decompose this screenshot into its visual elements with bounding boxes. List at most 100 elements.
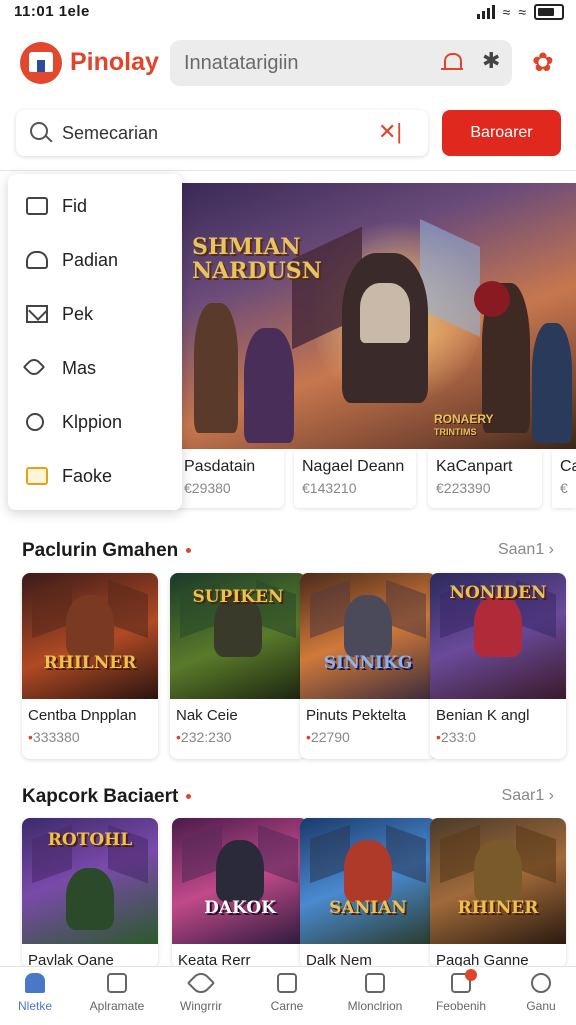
game-icon — [277, 973, 297, 993]
banner-corner-logo-line2: TRINTIMS — [434, 427, 477, 437]
art-hero — [66, 868, 114, 930]
section-title-text: Kapcork Baciaert — [22, 786, 179, 807]
game-art-title: SINNIKG — [323, 653, 413, 673]
nav-label: Nletke — [17, 999, 52, 1013]
rocket-icon — [186, 968, 216, 998]
clear-icon[interactable]: ✕| — [378, 119, 402, 145]
nav-item-profile[interactable]: Ganu — [500, 973, 576, 1013]
cloud-icon — [26, 251, 48, 269]
nav-label: Feobenih — [435, 999, 487, 1013]
art-wing — [108, 579, 148, 639]
tag-icon — [22, 355, 48, 379]
image-icon — [365, 973, 385, 993]
game-card[interactable]: SINNIKG Pinuts Pektelta 22790 — [300, 573, 436, 759]
art-wing — [258, 824, 298, 884]
nav-item-image[interactable]: Mlonclrion — [334, 973, 416, 1013]
game-art-title: RHINER — [457, 898, 539, 918]
menu-item-label: Faoke — [62, 465, 113, 486]
status-time: 11:01 1ele — [14, 3, 90, 20]
featured-banner[interactable]: SHMIAN NARDUSN RONAERY TRINTIMS — [182, 183, 576, 449]
battery-icon — [534, 4, 564, 20]
see-all-link[interactable]: Saan1 › — [498, 541, 554, 559]
game-name: Centba Dnpplan — [28, 707, 137, 724]
art-hero — [216, 840, 264, 902]
game-art: SINNIKG — [300, 573, 436, 699]
header-search-bar[interactable]: Innatatarigiin ✱ — [170, 40, 512, 86]
search-input[interactable]: Semecarian ✕| — [16, 110, 428, 156]
banner-title: SHMIAN NARDUSN — [192, 235, 322, 283]
apps-icon — [107, 973, 127, 993]
menu-item-padian[interactable]: Padian — [26, 240, 176, 280]
nav-item-apps[interactable]: Aplramate — [76, 973, 158, 1013]
banner-hero-armor — [360, 283, 410, 343]
status-icons: ≈ ≈ — [476, 4, 564, 20]
game-art: SANIAN — [300, 818, 436, 944]
game-art-title: NONIDEN — [449, 583, 547, 603]
game-art: RHINER — [430, 818, 566, 944]
banner-corner-logo-line1: RONAERY — [434, 412, 494, 426]
gear-icon[interactable]: ✿ — [532, 49, 554, 75]
nav-item-home[interactable]: Nletke — [0, 973, 76, 1013]
art-wing — [386, 824, 426, 884]
menu-item-faoke[interactable]: Faoke — [26, 456, 176, 496]
menu-item-label: Pek — [62, 303, 94, 324]
nav-label: Mlonclrion — [347, 999, 403, 1013]
game-art: SUPIKEN — [170, 573, 306, 699]
game-art-title: ROTOHL — [47, 830, 133, 850]
game-price: 233:0 — [436, 729, 476, 745]
game-card[interactable]: NONIDEN Benian K angl 233:0 — [430, 573, 566, 759]
nav-label: Ganu — [526, 999, 556, 1013]
banner-card-price: € — [560, 480, 568, 496]
game-card[interactable]: SUPIKEN Nak Ceie 232:230 — [170, 573, 306, 759]
nav-item-game[interactable]: Carne — [246, 973, 328, 1013]
section-title-recommended: Kapcork Baciaert — [22, 786, 192, 808]
bell-icon[interactable] — [441, 53, 463, 70]
game-price: 22790 — [306, 729, 350, 745]
nav-label: Wingrrir — [180, 999, 222, 1013]
game-art: NONIDEN — [430, 573, 566, 699]
search-button[interactable]: Baroarer — [442, 110, 561, 156]
game-art: RHILNER — [22, 573, 158, 699]
banner-warrior-edge — [532, 323, 572, 443]
game-art-title: SUPIKEN — [192, 587, 284, 607]
banner-card[interactable]: Ca € — [552, 450, 576, 508]
status-bar: 11:01 1ele ≈ ≈ — [0, 0, 576, 24]
game-art: DAKOK — [172, 818, 308, 944]
art-wing — [516, 824, 556, 884]
banner-card[interactable]: Pasdatain €29380 — [176, 450, 284, 508]
divider — [0, 170, 576, 171]
menu-item-label: Mas — [62, 357, 97, 378]
game-card[interactable]: DAKOK Keata Rerr — [172, 818, 308, 968]
menu-item-klppion[interactable]: Klppion — [26, 402, 176, 442]
banner-title-line1: SHMIAN — [192, 234, 301, 260]
search-placeholder: Semecarian — [62, 123, 159, 143]
notification-icon — [451, 969, 477, 993]
menu-item-pek[interactable]: Pek — [26, 294, 176, 334]
banner-card[interactable]: KaCanpart €223390 — [428, 450, 542, 508]
banner-card-name: KaCanpart — [436, 458, 513, 475]
game-card[interactable]: RHINER Pagah Ganne — [430, 818, 566, 968]
nav-label: Aplramate — [89, 999, 145, 1013]
search-icon — [30, 122, 48, 140]
game-art-title: RHILNER — [43, 653, 137, 673]
game-art-title: DAKOK — [204, 898, 276, 918]
asterisk-icon[interactable]: ✱ — [482, 48, 500, 74]
nav-item-notifications[interactable]: Feobenih — [420, 969, 502, 1013]
game-card[interactable]: RHILNER Centba Dnpplan 333380 — [22, 573, 158, 759]
menu-item-mas[interactable]: Mas — [22, 348, 176, 388]
game-card[interactable]: SANIAN Dalk Nem — [300, 818, 436, 968]
menu-item-label: Fid — [62, 195, 88, 216]
banner-card-name: Ca — [560, 458, 576, 475]
see-all-link[interactable]: Saar1 › — [502, 787, 554, 805]
art-hero — [474, 840, 522, 902]
banner-card-price: €143210 — [302, 480, 357, 496]
menu-item-fid[interactable]: Fid — [26, 186, 176, 226]
game-card[interactable]: ROTOHL Pavlak Oane — [22, 818, 158, 968]
banner-card-price: €29380 — [184, 480, 231, 496]
logo-icon[interactable] — [20, 42, 62, 84]
banner-card[interactable]: Nagael Deann €143210 — [294, 450, 416, 508]
banner-card-name: Pasdatain — [184, 458, 256, 475]
brand-name: Pinolay — [70, 48, 159, 76]
banner-title-line2: NARDUSN — [192, 258, 322, 284]
nav-item-rocket[interactable]: Wingrrir — [160, 968, 242, 1013]
